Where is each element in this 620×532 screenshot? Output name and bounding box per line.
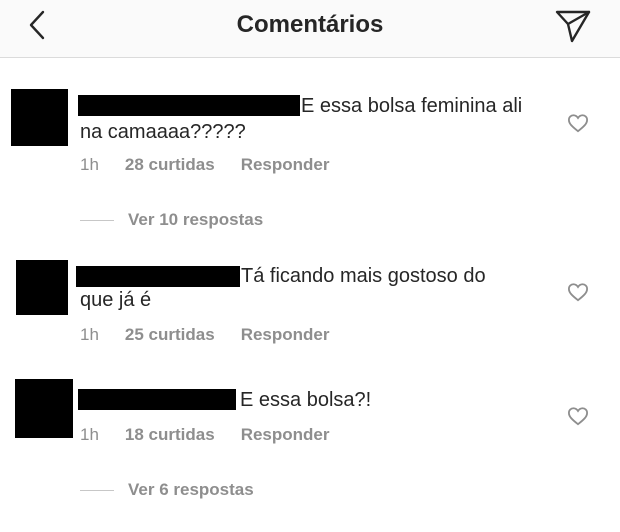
comment-text-continued: que já é <box>80 289 152 311</box>
comment-meta: 1h 28 curtidas Responder <box>80 155 355 175</box>
comment-meta: 1h 25 curtidas Responder <box>80 325 355 345</box>
comment-meta: 1h 18 curtidas Responder <box>80 425 355 445</box>
view-replies-button[interactable]: Ver 10 respostas <box>80 210 263 230</box>
page-title: Comentários <box>236 11 384 38</box>
view-replies-label: Ver 6 respostas <box>128 480 254 499</box>
avatar[interactable] <box>15 379 73 438</box>
view-replies-label: Ver 10 respostas <box>128 210 264 229</box>
comment-text: Tá ficando mais gostoso do <box>241 265 486 287</box>
share-button[interactable] <box>553 6 593 46</box>
heart-icon[interactable] <box>567 113 589 133</box>
heart-icon[interactable] <box>567 406 589 426</box>
comment-text: E essa bolsa feminina ali <box>301 95 523 117</box>
redacted-username[interactable] <box>78 389 236 410</box>
comment-time: 1h <box>80 325 99 344</box>
reply-button[interactable]: Responder <box>241 425 330 445</box>
comment-time: 1h <box>80 425 99 444</box>
reply-button[interactable]: Responder <box>241 155 330 175</box>
paper-plane-icon <box>555 10 591 43</box>
reply-button[interactable]: Responder <box>241 325 330 345</box>
top-bar: Comentários <box>0 0 620 58</box>
replies-divider-line <box>80 219 114 221</box>
redacted-username[interactable] <box>78 95 300 116</box>
avatar[interactable] <box>16 260 68 315</box>
comment-time: 1h <box>80 155 99 174</box>
avatar[interactable] <box>11 89 68 146</box>
redacted-username[interactable] <box>76 266 240 287</box>
comment-text: E essa bolsa?! <box>240 389 372 411</box>
likes-count[interactable]: 28 curtidas <box>125 155 215 175</box>
heart-icon[interactable] <box>567 282 589 302</box>
view-replies-button[interactable]: Ver 6 respostas <box>80 480 254 500</box>
likes-count[interactable]: 18 curtidas <box>125 425 215 445</box>
replies-divider-line <box>80 489 114 491</box>
comment-text-continued: na camaaaa????? <box>80 121 246 143</box>
likes-count[interactable]: 25 curtidas <box>125 325 215 345</box>
